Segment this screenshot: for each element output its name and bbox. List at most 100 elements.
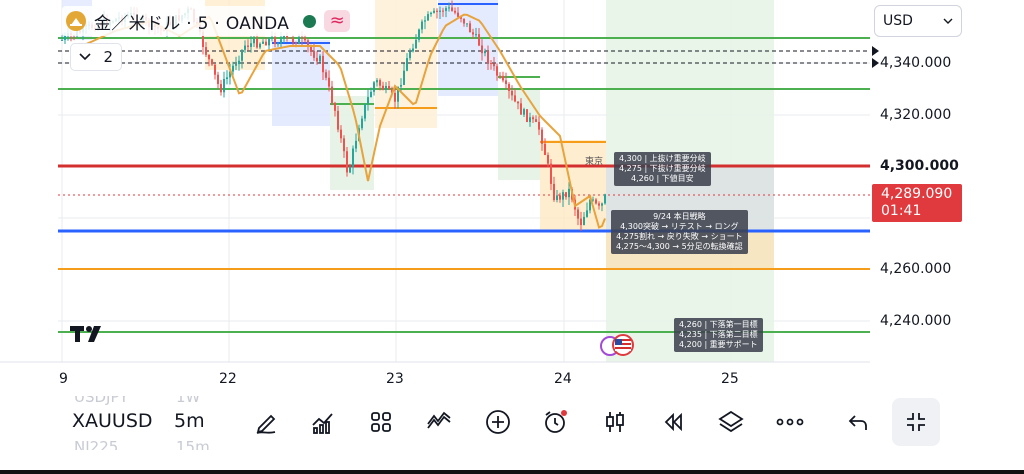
candle-body: [208, 54, 210, 60]
time-label: 9: [59, 371, 68, 387]
candle-body: [604, 194, 606, 204]
collapse-icon: [907, 413, 925, 431]
candle-body: [403, 70, 405, 85]
candle-body: [463, 18, 465, 24]
candle-body: [520, 103, 522, 115]
candle-body: [439, 10, 441, 12]
candles-icon: [606, 412, 624, 432]
undo-button[interactable]: [834, 398, 882, 446]
annotation-line: 4,200 | 重要サポート: [679, 340, 758, 349]
strategy-annotation[interactable]: 9/24 本日戦略 4,300突破 → リテスト → ロング 4,275割れ →…: [611, 210, 748, 254]
symbol-legend[interactable]: 金／米ドル · 5 · OANDA ≈: [62, 6, 357, 36]
candle-body: [373, 82, 375, 92]
candle-body: [289, 37, 291, 39]
layout-button[interactable]: [357, 398, 405, 446]
wave-badge-icon[interactable]: ≈: [324, 10, 351, 32]
targets-annotation[interactable]: 4,260 | 下落第一目標 4,235 | 下落第二目標 4,200 | 重要…: [674, 318, 763, 352]
candle-body: [556, 195, 558, 201]
candle-body: [214, 64, 216, 75]
plus-circle-icon: [486, 410, 510, 434]
candle-body: [394, 92, 396, 102]
candle-body: [301, 37, 303, 39]
candle-body: [523, 109, 525, 115]
level-marker-icon: [872, 58, 879, 68]
add-button[interactable]: [474, 398, 522, 446]
candle-body: [583, 216, 585, 226]
candle-body: [511, 90, 513, 96]
annotation-line: 4,275割れ → 戻り失敗 → ショート: [616, 232, 743, 241]
alerts-button[interactable]: [532, 398, 580, 446]
candle-body: [580, 218, 582, 226]
candle-body: [205, 47, 207, 55]
ghost-timeframe-above: 1W: [176, 396, 201, 406]
candle-body: [424, 20, 426, 22]
annotation-line: 4,260 | 下値目安: [631, 174, 694, 183]
levels-annotation[interactable]: 4,300 | 上抜け重要分岐 4,275 | 下抜け重要分岐 4,260 | …: [614, 152, 711, 186]
candle-body: [451, 7, 453, 11]
tradingview-logo[interactable]: [70, 324, 108, 348]
candle-body: [427, 14, 429, 21]
candle-body: [544, 143, 546, 155]
candle-body: [454, 10, 456, 13]
home-indicator-bar: [0, 470, 1024, 474]
draw-tool-button[interactable]: [242, 398, 290, 446]
candle-body: [250, 43, 252, 47]
timeframe-value[interactable]: 5m: [174, 410, 205, 432]
candle-body: [274, 37, 276, 45]
more-button[interactable]: [766, 398, 814, 446]
candle-body: [499, 75, 501, 77]
annotation-line: 4,300 | 上抜け重要分岐: [619, 154, 706, 163]
price-label: 4,240.000: [880, 313, 952, 329]
time-label: 25: [721, 371, 739, 387]
symbol-name[interactable]: XAUUSD: [72, 410, 153, 432]
symbol-switcher[interactable]: USDJPY 1W XAUUSD 5m NI225 15m: [60, 396, 240, 450]
candle-body: [457, 12, 459, 17]
candle-body: [271, 37, 273, 40]
indicators-button[interactable]: [299, 398, 347, 446]
candle-body: [382, 85, 384, 90]
indicators-chart-icon: [312, 413, 333, 434]
candle-body: [292, 38, 294, 43]
replay-button[interactable]: [649, 398, 697, 446]
candle-body: [577, 209, 579, 219]
candle-body: [367, 97, 369, 105]
candle-body: [343, 138, 345, 152]
candle-body: [370, 91, 372, 98]
exit-fullscreen-button[interactable]: [892, 398, 940, 446]
currency-select[interactable]: USD: [874, 5, 962, 37]
candle-body: [547, 154, 549, 164]
us-flag-event-icon[interactable]: [612, 334, 634, 356]
candle-body: [280, 39, 282, 44]
annotation-line: 4,275 | 下抜け重要分岐: [619, 164, 706, 173]
layers-button[interactable]: [707, 398, 755, 446]
candle-body: [352, 148, 354, 167]
candle-body: [310, 46, 312, 51]
candle-body: [361, 118, 363, 129]
candle-body: [379, 80, 381, 86]
indicators-toggle[interactable]: 2: [70, 43, 122, 71]
annotation-line: 4,235 | 下落第二目標: [679, 330, 758, 339]
candle-body: [313, 50, 315, 58]
candle-body: [268, 39, 270, 46]
candle-body: [421, 21, 423, 30]
gold-coin-icon: [66, 11, 86, 31]
chart-canvas[interactable]: 東京: [0, 0, 1024, 396]
candle-body: [298, 37, 300, 45]
candle-body: [316, 57, 318, 62]
patterns-button[interactable]: [415, 398, 463, 446]
candle-body: [448, 7, 450, 9]
candle-body: [220, 84, 222, 93]
time-label: 24: [554, 371, 572, 387]
time-label: 23: [386, 371, 404, 387]
candle-body: [211, 59, 213, 65]
candle-body: [325, 72, 327, 78]
candle-body: [541, 129, 543, 144]
candle-body: [295, 42, 297, 45]
currency-value: USD: [883, 13, 913, 29]
candle-body: [430, 12, 432, 15]
price-label: 4,340.000: [880, 55, 952, 71]
chart-type-button[interactable]: [591, 398, 639, 446]
candle-body: [484, 51, 486, 54]
pattern-tool-icon: [427, 411, 451, 429]
candle-body: [517, 101, 519, 104]
